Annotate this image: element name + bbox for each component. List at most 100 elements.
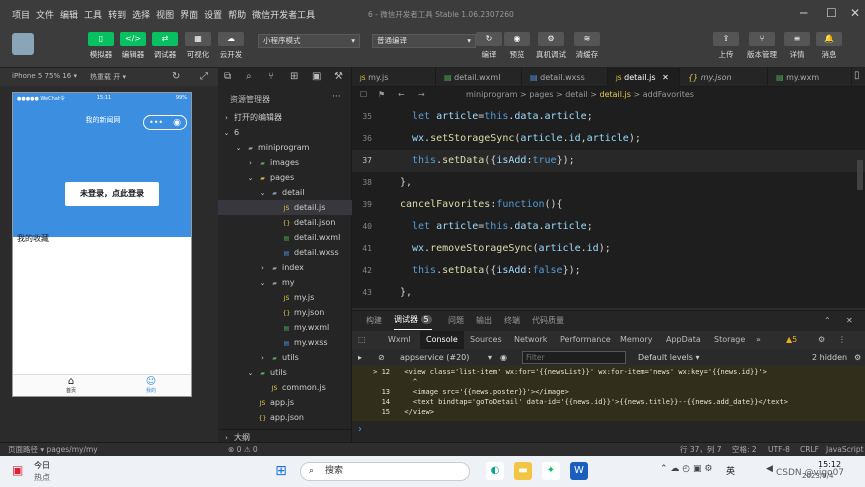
tab-output[interactable]: 输出 — [476, 311, 492, 331]
devtab-sources[interactable]: Sources — [470, 331, 502, 349]
tree-item[interactable]: ⌄ 6 — [218, 125, 352, 140]
fullscreen-icon[interactable]: ⤢ — [200, 71, 208, 82]
collapse-icon[interactable]: ⌃ — [824, 311, 831, 331]
tab-detail-js[interactable]: JS detail.js ✕ — [608, 68, 680, 87]
tree-item[interactable]: {} my.json — [218, 305, 352, 320]
details-button[interactable]: ≡ 详情 — [782, 32, 812, 60]
split-editor-icon[interactable]: ▯ — [854, 70, 860, 81]
explorer-more-icon[interactable]: ··· — [332, 92, 341, 102]
preview-button[interactable]: ◉ 预览 — [502, 32, 532, 60]
devtab-appdata[interactable]: AppData — [666, 331, 701, 349]
tree-item[interactable]: › ▰ index — [218, 260, 352, 275]
devtab-more[interactable]: » — [756, 331, 761, 349]
compile-select[interactable]: 普通编译 — [372, 34, 476, 48]
encoding[interactable]: UTF-8 — [768, 443, 790, 457]
tab-problems[interactable]: 问题 — [448, 311, 464, 331]
devtab-memory[interactable]: Memory — [620, 331, 653, 349]
inspect-icon[interactable]: ⬚ — [358, 331, 366, 349]
line-ending[interactable]: CRLF — [800, 443, 819, 457]
editor-scrollbar[interactable] — [857, 160, 863, 190]
code-line[interactable]: 37 this.setData({isAdd:true}); — [352, 150, 865, 172]
tab-my-js[interactable]: JS my.js — [352, 68, 436, 87]
word-icon[interactable]: W — [570, 462, 588, 480]
tab-terminal[interactable]: 终端 — [504, 311, 520, 331]
login-button[interactable]: 未登录，点此登录 — [65, 182, 159, 206]
tree-item[interactable]: JS detail.js — [218, 200, 352, 215]
console-settings-icon[interactable]: ⚙ — [854, 349, 861, 366]
devtab-performance[interactable]: Performance — [560, 331, 611, 349]
widget-label[interactable]: 今日 — [34, 460, 50, 471]
windows-start-icon[interactable]: ⊞ — [272, 462, 290, 480]
page-path[interactable]: 页面路径 ▾ pages/my/my — [8, 443, 98, 457]
indent-setting[interactable]: 空格: 2 — [732, 443, 757, 457]
mode-select[interactable]: 小程序模式 — [258, 34, 360, 48]
code-line[interactable]: 38}, — [352, 172, 865, 194]
console-output[interactable]: > 12 <view class='list-item' wx:for='{{n… — [352, 366, 865, 421]
tree-item[interactable]: › ▰ utils — [218, 350, 352, 365]
cursor-position[interactable]: 行 37，列 7 — [680, 443, 722, 457]
split-view-icon[interactable]: ☐ — [360, 87, 367, 102]
cloud-button[interactable]: ☁ 云开发 — [216, 32, 246, 60]
tab-my-json[interactable]: {} my.json — [680, 68, 768, 87]
tab-home[interactable]: ⌂ 首页 — [61, 376, 81, 394]
files-icon[interactable]: ⧉ — [224, 68, 231, 86]
forward-icon[interactable]: → — [418, 87, 425, 102]
code-line[interactable]: 36 wx.setStorageSync(article.id,article); — [352, 128, 865, 150]
tree-item[interactable]: › ▰ images — [218, 155, 352, 170]
language-mode[interactable]: JavaScript — [826, 443, 864, 457]
open-editors-section[interactable]: › 打开的编辑器 — [218, 110, 352, 125]
menu-item-edit[interactable]: 编辑 — [60, 8, 78, 21]
menu-item-help[interactable]: 帮助 — [228, 8, 246, 21]
devtools-more-icon[interactable]: ⋮ — [838, 331, 846, 349]
version-button[interactable]: ⑂ 版本管理 — [745, 32, 779, 60]
tab-code-quality[interactable]: 代码质量 — [532, 311, 564, 331]
tree-item[interactable]: {} detail.json — [218, 215, 352, 230]
tree-item[interactable]: JS app.js — [218, 395, 352, 410]
edge-icon[interactable]: ◐ — [486, 462, 504, 480]
tab-build[interactable]: 构建 — [366, 311, 382, 331]
warning-counter[interactable]: ▲5 — [786, 331, 797, 349]
tree-item[interactable]: ⌄ ▰ pages — [218, 170, 352, 185]
sidebar-toggle-icon[interactable]: ▸ — [358, 349, 362, 366]
debugger-button[interactable]: ⇄ 调试器 — [150, 32, 180, 60]
problems-count[interactable]: ⊗ 0 ⚠ 0 — [228, 443, 258, 457]
news-icon[interactable]: ▣ — [12, 463, 23, 477]
avatar[interactable] — [12, 33, 34, 55]
code-line[interactable]: 41 wx.removeStorageSync(article.id); — [352, 238, 865, 260]
console-filter-input[interactable] — [522, 351, 626, 364]
tab-my-wxml[interactable]: ▤ my.wxm — [768, 68, 852, 87]
compile-button[interactable]: ↻ 编译 — [474, 32, 504, 60]
editor-button[interactable]: </> 编辑器 — [118, 32, 148, 60]
capsule-menu[interactable]: ••• ◉ — [143, 115, 187, 130]
log-levels-select[interactable]: Default levels ▾ — [638, 349, 700, 366]
breadcrumb-item[interactable]: addFavorites — [643, 90, 694, 99]
volume-icon[interactable]: ◀ — [766, 464, 773, 474]
close-tab-icon[interactable]: ✕ — [662, 73, 669, 82]
minimize-icon[interactable]: ─ — [800, 6, 807, 20]
hot-reload-select[interactable]: 热重载 开 ▾ — [90, 72, 126, 82]
code-line[interactable]: 39 cancelFavorites:function(){ — [352, 194, 865, 216]
simulator-button[interactable]: ▯ 模拟器 — [86, 32, 116, 60]
code-editor[interactable]: 35 let article=this.data.article; 36 wx.set… — [352, 102, 865, 308]
tools-icon[interactable]: ⚒ — [334, 68, 343, 86]
eye-icon[interactable]: ◉ — [500, 349, 507, 366]
menu-item-goto[interactable]: 转到 — [108, 8, 126, 21]
bookmark-icon[interactable]: ⚑ — [378, 87, 385, 102]
tab-my[interactable]: ☺ 我的 — [141, 376, 161, 394]
tree-item[interactable]: ⌄ ▰ utils — [218, 365, 352, 380]
menu-item-view[interactable]: 视图 — [156, 8, 174, 21]
tree-item[interactable]: ⌄ ▰ miniprogram — [218, 140, 352, 155]
messages-button[interactable]: 🔔 消息 — [814, 32, 844, 60]
menu-item-file[interactable]: 文件 — [36, 8, 54, 21]
remote-debug-button[interactable]: ⚙ 真机调试 — [536, 32, 566, 60]
exit-icon[interactable]: ◉ — [173, 118, 181, 128]
tree-item[interactable]: ▤ my.wxml — [218, 320, 352, 335]
code-line[interactable]: 40 let article=this.data.article; — [352, 216, 865, 238]
tree-item[interactable]: ▤ detail.wxml — [218, 230, 352, 245]
code-line[interactable]: 43}, — [352, 282, 865, 304]
tree-item[interactable]: JS common.js — [218, 380, 352, 395]
tree-item[interactable]: ▤ my.wxss — [218, 335, 352, 350]
ime-language[interactable]: 英 — [726, 464, 735, 477]
taskbar-search[interactable]: ⌕ 搜索 — [300, 462, 470, 481]
devtab-storage[interactable]: Storage — [714, 331, 745, 349]
